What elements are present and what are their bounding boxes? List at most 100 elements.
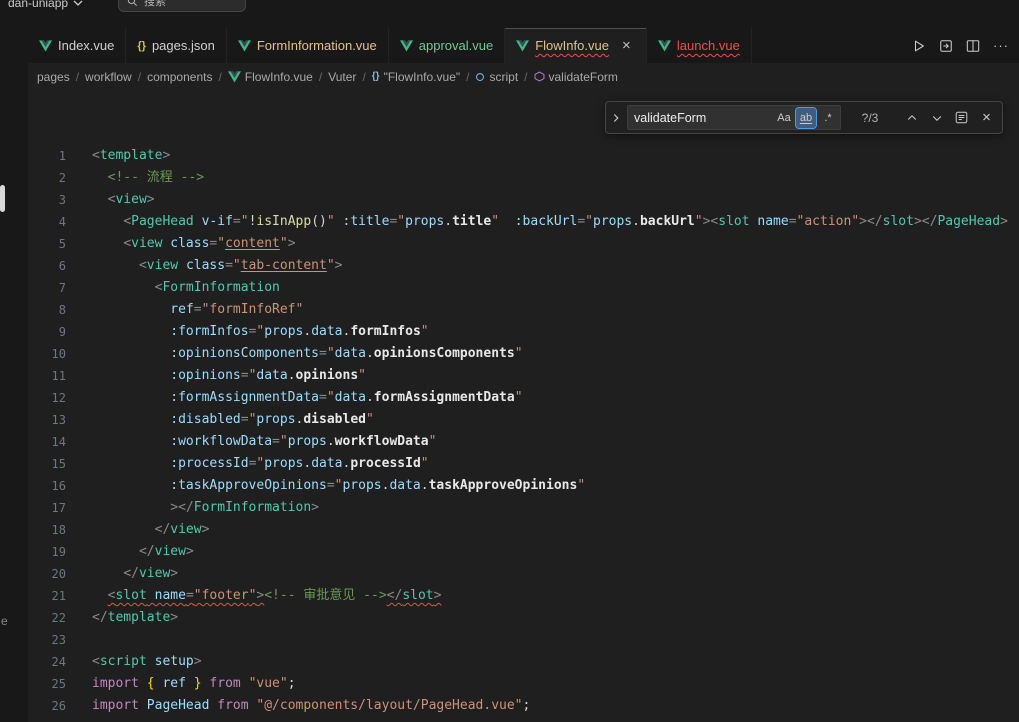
vue-icon — [39, 40, 52, 52]
code-line: 10 :opinionsComponents="data.opinionsCom… — [28, 343, 1019, 365]
more-icon: ··· — [993, 38, 1009, 53]
breadcrumb-item-components[interactable]: components — [147, 70, 212, 84]
breadcrumb-label: components — [147, 70, 212, 84]
code-line: 8 ref="formInfoRef" — [28, 299, 1019, 321]
tab-index-vue[interactable]: Index.vue — [28, 28, 126, 63]
breadcrumb: pages / workflow / components / FlowInfo.vue / V… — [28, 63, 1019, 90]
line-number[interactable]: 14 — [28, 431, 66, 453]
code-line: 16 :taskApproveOpinions="props.data.task… — [28, 475, 1019, 497]
vue-icon — [228, 71, 241, 83]
line-number[interactable]: 5 — [28, 233, 66, 255]
breadcrumb-item-workflow[interactable]: workflow — [85, 70, 132, 84]
line-number[interactable]: 7 — [28, 277, 66, 299]
line-number[interactable]: 8 — [28, 299, 66, 321]
whole-word-button[interactable]: ab — [796, 108, 816, 128]
activity-bar[interactable]: e — [0, 28, 28, 722]
breadcrumb-item-vuter[interactable]: Vuter — [328, 70, 356, 84]
tab-bar: Index.vue{}pages.jsonFormInformation.vue… — [28, 28, 1019, 63]
line-number[interactable]: 2 — [28, 167, 66, 189]
vscode-window: dan-uniapp 搜索 e Index.vue{}pages.jsonFor… — [0, 0, 1019, 722]
tab-label: approval.vue — [419, 38, 493, 53]
code-text: import { ref } from "vue"; — [92, 673, 296, 695]
find-input-box[interactable]: Aa ab .* — [627, 105, 841, 130]
json-icon: {} — [137, 40, 146, 52]
code-line: 4 <PageHead v-if="!isInApp()" :title="pr… — [28, 211, 1019, 233]
breadcrumb-label: pages — [37, 70, 70, 84]
line-number[interactable]: 12 — [28, 387, 66, 409]
breadcrumb-item-pages[interactable]: pages — [37, 70, 70, 84]
line-number[interactable]: 18 — [28, 519, 66, 541]
find-in-selection-button[interactable] — [951, 107, 972, 128]
open-changes-button[interactable] — [939, 39, 953, 53]
find-input[interactable] — [634, 111, 772, 125]
close-find-button[interactable]: × — [976, 107, 997, 128]
line-number[interactable]: 6 — [28, 255, 66, 277]
line-number[interactable]: 11 — [28, 365, 66, 387]
chevron-up-icon — [906, 112, 918, 124]
workspace-menu[interactable]: dan-uniapp — [8, 0, 83, 10]
code-text: :disabled="props.disabled" — [92, 409, 374, 431]
line-number[interactable]: 19 — [28, 541, 66, 563]
toggle-replace-button[interactable] — [608, 111, 623, 125]
code-line: 13 :disabled="props.disabled" — [28, 409, 1019, 431]
breadcrumb-separator: / — [362, 70, 365, 84]
line-number[interactable]: 4 — [28, 211, 66, 233]
next-match-button[interactable] — [926, 107, 947, 128]
code-text: :opinions="data.opinions" — [92, 365, 366, 387]
tab-flowinfo-vue[interactable]: FlowInfo.vue× — [505, 28, 647, 63]
regex-button[interactable]: .* — [818, 108, 838, 128]
line-number[interactable]: 24 — [28, 651, 66, 673]
tab-launch-vue[interactable]: launch.vue — [647, 28, 752, 63]
code-line: 6 <view class="tab-content"> — [28, 255, 1019, 277]
breadcrumb-label: FlowInfo.vue — [245, 70, 313, 84]
breadcrumb-separator: / — [218, 70, 221, 84]
breadcrumb-separator: / — [138, 70, 141, 84]
more-actions-button[interactable]: ··· — [993, 38, 1009, 53]
breadcrumb-label: script — [489, 70, 518, 84]
breadcrumb-separator: / — [466, 70, 469, 84]
code-text: import PageHead from "@/components/layou… — [92, 695, 530, 717]
tab-approval-vue[interactable]: approval.vue — [389, 28, 505, 63]
code-line: 25 import { ref } from "vue"; — [28, 673, 1019, 695]
breadcrumb-item-validateform[interactable]: validateForm — [534, 70, 618, 84]
vue-icon — [238, 40, 251, 52]
line-number[interactable]: 20 — [28, 563, 66, 585]
code-line: 24 <script setup> — [28, 651, 1019, 673]
run-button[interactable] — [912, 39, 926, 53]
code-line: 9 :formInfos="props.data.formInfos" — [28, 321, 1019, 343]
titlebar-search[interactable]: 搜索 — [118, 0, 246, 12]
line-number[interactable]: 3 — [28, 189, 66, 211]
line-number[interactable]: 23 — [28, 629, 66, 651]
line-number[interactable]: 17 — [28, 497, 66, 519]
line-number[interactable]: 21 — [28, 585, 66, 607]
code-editor[interactable]: Aa ab .* ?/3 × — [28, 90, 1019, 722]
code-text: <script setup> — [92, 651, 202, 673]
tab-forminformation-vue[interactable]: FormInformation.vue — [227, 28, 389, 63]
code-text: :processId="props.data.processId" — [92, 453, 429, 475]
line-number[interactable]: 13 — [28, 409, 66, 431]
breadcrumb-item-script[interactable]: script — [475, 70, 518, 84]
line-number[interactable]: 22 — [28, 607, 66, 629]
line-number[interactable]: 9 — [28, 321, 66, 343]
line-number[interactable]: 25 — [28, 673, 66, 695]
line-number[interactable]: 1 — [28, 145, 66, 167]
code-text: :taskApproveOpinions="props.data.taskApp… — [92, 475, 585, 497]
breadcrumb-separator: / — [76, 70, 79, 84]
previous-match-button[interactable] — [901, 107, 922, 128]
split-editor-button[interactable] — [966, 39, 980, 53]
tab-pages-json[interactable]: {}pages.json — [126, 28, 226, 63]
line-number[interactable]: 10 — [28, 343, 66, 365]
line-number[interactable]: 16 — [28, 475, 66, 497]
line-number[interactable]: 26 — [28, 695, 66, 717]
close-tab-icon[interactable]: × — [618, 37, 635, 54]
breadcrumb-item-flowinfo-vue[interactable]: FlowInfo.vue — [228, 70, 313, 84]
match-case-button[interactable]: Aa — [774, 108, 794, 128]
line-number[interactable]: 15 — [28, 453, 66, 475]
vue-icon — [516, 40, 529, 52]
code-line: 12 :formAssignmentData="data.formAssignm… — [28, 387, 1019, 409]
run-icon — [912, 39, 926, 53]
chevron-down-icon — [931, 112, 943, 124]
vue-icon — [658, 40, 671, 52]
code-line: 22</template> — [28, 607, 1019, 629]
breadcrumb-item-flowinfo-vue[interactable]: {}"FlowInfo.vue" — [372, 70, 460, 84]
